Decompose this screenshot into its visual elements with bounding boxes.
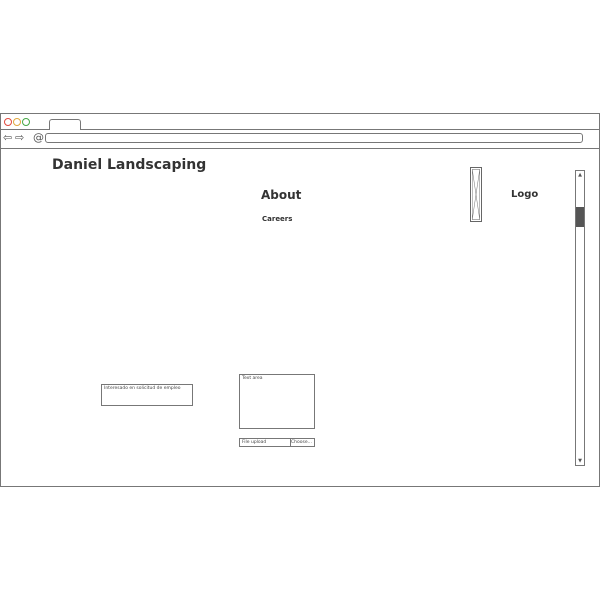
site-title: Daniel Landscaping bbox=[52, 157, 207, 173]
back-arrow-icon[interactable]: ⇦ bbox=[3, 132, 15, 144]
application-text-input[interactable]: Interesado en solicitud de empleo bbox=[101, 384, 193, 406]
image-placeholder-icon bbox=[472, 169, 480, 220]
maximize-window-button[interactable] bbox=[22, 118, 30, 126]
image-placeholder bbox=[470, 167, 482, 222]
address-bar[interactable] bbox=[45, 133, 583, 143]
browser-tab[interactable] bbox=[49, 119, 81, 130]
nav-link-about[interactable]: About bbox=[261, 188, 301, 202]
logo-label: Logo bbox=[511, 189, 539, 200]
page-content: Daniel Landscaping About Careers Logo In… bbox=[1, 149, 599, 486]
reload-icon[interactable]: @ bbox=[33, 132, 45, 144]
screen: ⇦ ⇨ @ Daniel Landscaping About Careers L… bbox=[0, 0, 600, 600]
file-upload: File upload Choose... bbox=[239, 438, 315, 447]
minimize-window-button[interactable] bbox=[13, 118, 21, 126]
vertical-scrollbar[interactable]: ▲ ▼ bbox=[575, 170, 585, 466]
scroll-down-icon[interactable]: ▼ bbox=[576, 457, 584, 465]
title-bar bbox=[1, 114, 599, 130]
close-window-button[interactable] bbox=[4, 118, 12, 126]
scroll-up-icon[interactable]: ▲ bbox=[576, 171, 584, 179]
navigation-bar: ⇦ ⇨ @ bbox=[1, 130, 599, 149]
browser-window: ⇦ ⇨ @ Daniel Landscaping About Careers L… bbox=[0, 113, 600, 487]
forward-arrow-icon[interactable]: ⇨ bbox=[15, 132, 27, 144]
file-choose-button[interactable]: Choose... bbox=[289, 439, 316, 446]
nav-link-careers[interactable]: Careers bbox=[262, 215, 292, 223]
file-upload-field[interactable]: File upload bbox=[240, 439, 291, 446]
text-area[interactable]: Text area bbox=[239, 374, 315, 429]
scroll-thumb[interactable] bbox=[576, 207, 584, 228]
